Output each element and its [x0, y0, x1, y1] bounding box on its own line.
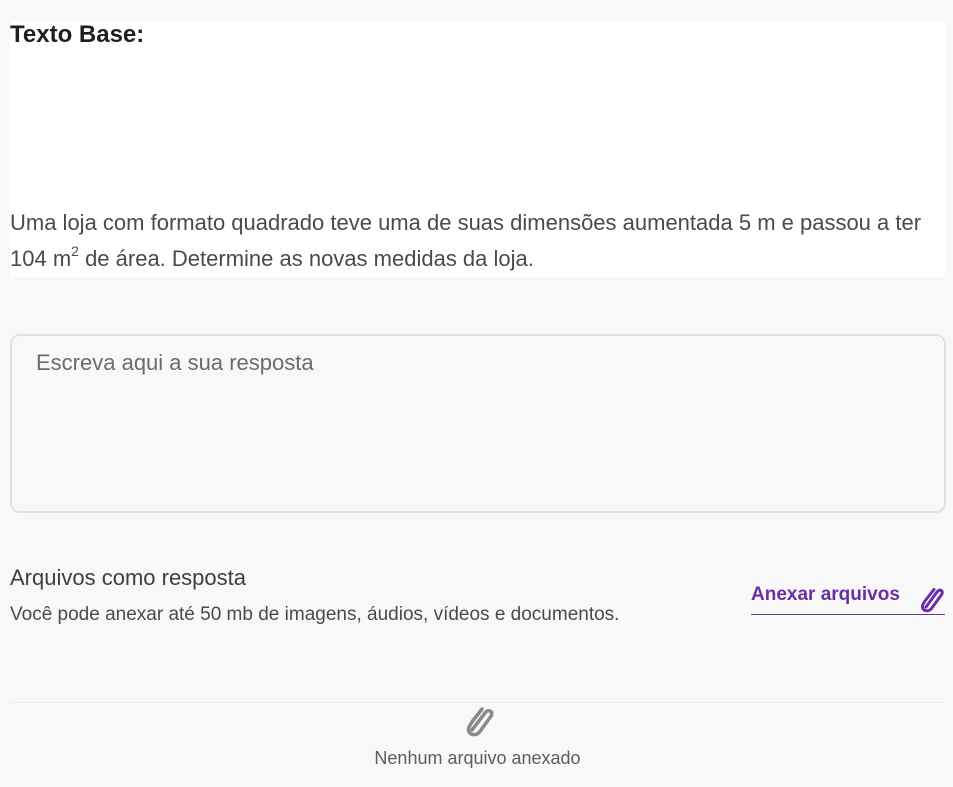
attach-files-label: Anexar arquivos	[751, 584, 900, 605]
paperclip-icon	[461, 703, 497, 737]
no-attachments-text: Nenhum arquivo anexado	[374, 748, 581, 768]
base-text-title: Texto Base:	[10, 21, 145, 48]
files-section-description: Você pode anexar até 50 mb de imagens, á…	[10, 604, 620, 625]
base-text-content: Uma loja com formato quadrado teve uma d…	[10, 205, 930, 277]
attachments-empty-state: Nenhum arquivo anexado	[10, 702, 945, 787]
base-text-part2: de área. Determine as novas medidas da l…	[78, 246, 534, 271]
answer-input[interactable]	[12, 336, 944, 511]
attach-files-button[interactable]: Anexar arquivos	[751, 580, 945, 615]
paperclip-icon	[917, 584, 945, 614]
files-section-title: Arquivos como resposta	[10, 565, 246, 590]
answer-box	[10, 334, 946, 513]
base-text-panel: Texto Base: Uma loja com formato quadrad…	[10, 21, 945, 277]
base-text-superscript: 2	[71, 242, 79, 259]
